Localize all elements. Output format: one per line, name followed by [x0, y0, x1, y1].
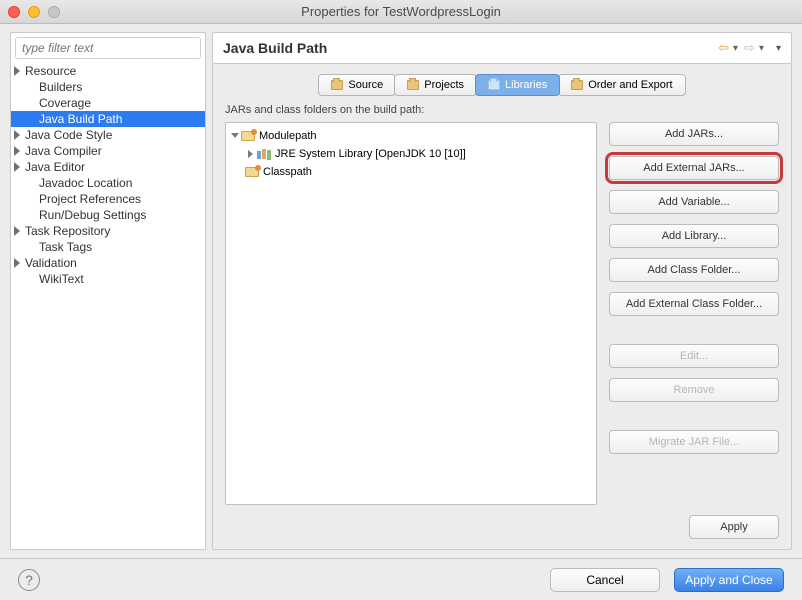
sidebar-item-wikitext[interactable]: WikiText: [11, 271, 205, 287]
titlebar: Properties for TestWordpressLogin: [0, 0, 802, 24]
tree-label: Modulepath: [259, 130, 317, 142]
modulepath-icon: [241, 131, 255, 141]
sidebar-tree: Resource Builders Coverage Java Build Path J…: [11, 63, 205, 549]
add-jars-button[interactable]: Add JARs...: [609, 122, 779, 146]
sidebar-item-javadoc-location[interactable]: Javadoc Location: [11, 175, 205, 191]
sidebar-item-label: Java Compiler: [25, 144, 102, 158]
tab-libraries[interactable]: Libraries: [475, 74, 560, 96]
migrate-jar-button: Migrate JAR File...: [609, 430, 779, 454]
sidebar-item-project-references[interactable]: Project References: [11, 191, 205, 207]
help-icon[interactable]: ?: [18, 569, 40, 591]
folder-icon: [407, 80, 419, 90]
sidebar-item-java-editor[interactable]: Java Editor: [11, 159, 205, 175]
forward-icon: ⇨: [744, 40, 755, 56]
sidebar-item-resource[interactable]: Resource: [11, 63, 205, 79]
sidebar-item-label: Java Editor: [25, 160, 85, 174]
sidebar-item-validation[interactable]: Validation: [11, 255, 205, 271]
forward-menu-icon: ▾: [759, 43, 764, 54]
sidebar-item-label: Project References: [39, 192, 141, 206]
page-header: Java Build Path ⇦ ▾ ⇨ ▾ ▾: [212, 32, 792, 64]
library-icon: [257, 149, 271, 159]
sidebar-item-label: Task Repository: [25, 224, 110, 238]
disclosure-icon[interactable]: [14, 258, 20, 268]
add-external-jars-button[interactable]: Add External JARs...: [609, 156, 779, 180]
tree-node-classpath[interactable]: Classpath: [226, 163, 596, 181]
tab-label: Libraries: [505, 79, 547, 91]
tree-label: JRE System Library [OpenJDK 10 [10]]: [275, 148, 466, 160]
sidebar-item-builders[interactable]: Builders: [11, 79, 205, 95]
filter-field-wrap: [15, 37, 201, 59]
sidebar-item-label: Javadoc Location: [39, 176, 132, 190]
sidebar-item-label: Coverage: [39, 96, 91, 110]
tab-label: Source: [348, 79, 383, 91]
sidebar-item-java-build-path[interactable]: Java Build Path: [11, 111, 205, 127]
add-variable-button[interactable]: Add Variable...: [609, 190, 779, 214]
tree-label: Classpath: [263, 166, 312, 178]
tab-label: Projects: [424, 79, 464, 91]
sidebar-item-run-debug-settings[interactable]: Run/Debug Settings: [11, 207, 205, 223]
add-class-folder-button[interactable]: Add Class Folder...: [609, 258, 779, 282]
sidebar-item-coverage[interactable]: Coverage: [11, 95, 205, 111]
sidebar-item-task-tags[interactable]: Task Tags: [11, 239, 205, 255]
sidebar-item-label: Task Tags: [39, 240, 92, 254]
tab-label: Order and Export: [588, 79, 672, 91]
sidebar-item-java-code-style[interactable]: Java Code Style: [11, 127, 205, 143]
view-menu-icon[interactable]: ▾: [776, 43, 781, 54]
tab-order-and-export[interactable]: Order and Export: [558, 74, 685, 96]
sidebar-item-label: Java Build Path: [39, 112, 122, 126]
sidebar-item-task-repository[interactable]: Task Repository: [11, 223, 205, 239]
apply-and-close-button[interactable]: Apply and Close: [674, 568, 784, 592]
disclosure-open-icon[interactable]: [231, 133, 239, 138]
sidebar-item-label: Validation: [25, 256, 77, 270]
sidebar: Resource Builders Coverage Java Build Path J…: [10, 32, 206, 550]
tab-projects[interactable]: Projects: [394, 74, 477, 96]
disclosure-icon[interactable]: [14, 146, 20, 156]
panel: SourceProjectsLibrariesOrder and Export …: [212, 64, 792, 550]
apply-button[interactable]: Apply: [689, 515, 779, 539]
tree-node-modulepath[interactable]: Modulepath: [226, 127, 596, 145]
folder-icon: [331, 80, 343, 90]
sidebar-item-label: WikiText: [39, 272, 84, 286]
tree-node-jre[interactable]: JRE System Library [OpenJDK 10 [10]]: [226, 145, 596, 163]
back-menu-icon[interactable]: ▾: [733, 43, 738, 54]
sidebar-item-label: Java Code Style: [25, 128, 112, 142]
disclosure-closed-icon[interactable]: [248, 150, 253, 158]
tab-source[interactable]: Source: [318, 74, 396, 96]
back-icon[interactable]: ⇦: [718, 40, 729, 56]
cancel-button[interactable]: Cancel: [550, 568, 660, 592]
disclosure-icon[interactable]: [14, 226, 20, 236]
disclosure-icon[interactable]: [14, 130, 20, 140]
add-library-button[interactable]: Add Library...: [609, 224, 779, 248]
sidebar-item-java-compiler[interactable]: Java Compiler: [11, 143, 205, 159]
disclosure-icon[interactable]: [14, 66, 20, 76]
edit-button: Edit...: [609, 344, 779, 368]
sidebar-item-label: Resource: [25, 64, 76, 78]
tabs: Source Projects Libraries Order and Export: [225, 74, 779, 96]
panel-subtitle: JARs and class folders on the build path…: [225, 104, 779, 116]
sidebar-item-label: Builders: [39, 80, 82, 94]
page-title: Java Build Path: [223, 40, 327, 56]
filter-input[interactable]: [15, 37, 201, 59]
disclosure-icon[interactable]: [14, 162, 20, 172]
dialog-footer: ? Cancel Apply and Close: [0, 558, 802, 600]
header-nav: ⇦ ▾ ⇨ ▾ ▾: [718, 40, 781, 56]
folder-icon: [488, 80, 500, 90]
remove-button: Remove: [609, 378, 779, 402]
classpath-icon: [245, 167, 259, 177]
add-external-class-folder-button[interactable]: Add External Class Folder...: [609, 292, 779, 316]
window-title: Properties for TestWordpressLogin: [0, 4, 802, 19]
build-path-tree[interactable]: Modulepath JRE System Library [OpenJDK 1…: [225, 122, 597, 505]
folder-icon: [571, 80, 583, 90]
button-column: Add JARs... Add External JARs... Add Var…: [609, 122, 779, 505]
sidebar-item-label: Run/Debug Settings: [39, 208, 146, 222]
content-area: Java Build Path ⇦ ▾ ⇨ ▾ ▾ Source Projects Li…: [212, 32, 792, 550]
